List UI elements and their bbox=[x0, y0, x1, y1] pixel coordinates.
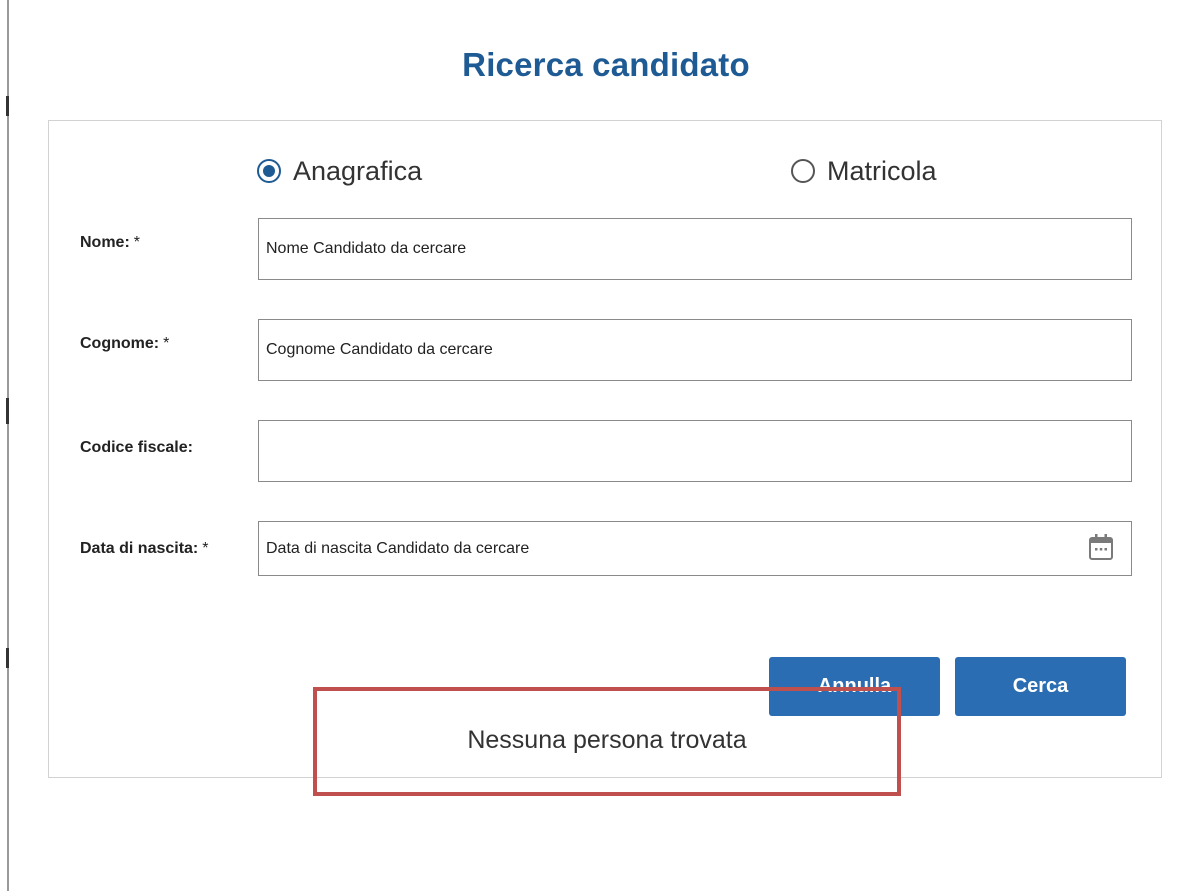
cerca-button[interactable]: Cerca bbox=[955, 657, 1126, 716]
data-nascita-label-text: Data di nascita: bbox=[80, 540, 199, 557]
required-mark: * bbox=[133, 234, 141, 251]
radio-matricola-label: Matricola bbox=[827, 155, 937, 186]
radio-anagrafica[interactable]: Anagrafica bbox=[257, 154, 422, 188]
nome-label: Nome: * bbox=[80, 234, 140, 252]
radio-unchecked-icon[interactable] bbox=[791, 159, 815, 183]
no-results-message: Nessuna persona trovata bbox=[427, 721, 787, 759]
left-edge-mark bbox=[6, 96, 9, 116]
left-edge-mark bbox=[6, 398, 9, 424]
data-nascita-input[interactable] bbox=[258, 521, 1132, 576]
codice-fiscale-label: Codice fiscale: bbox=[80, 439, 193, 457]
calendar-icon[interactable] bbox=[1088, 533, 1114, 561]
nome-input[interactable] bbox=[258, 218, 1132, 280]
cognome-label: Cognome: * bbox=[80, 335, 169, 353]
required-mark: * bbox=[202, 540, 209, 557]
nome-label-text: Nome: bbox=[80, 234, 130, 251]
page-title: Ricerca candidato bbox=[462, 46, 750, 83]
required-mark: * bbox=[163, 335, 170, 352]
radio-matricola[interactable]: Matricola bbox=[791, 154, 937, 188]
data-nascita-label: Data di nascita: * bbox=[80, 540, 209, 558]
no-results-highlight-box: Nessuna persona trovata bbox=[313, 687, 901, 796]
left-edge-mark bbox=[6, 648, 9, 668]
cognome-label-text: Cognome: bbox=[80, 335, 160, 352]
cognome-input[interactable] bbox=[258, 319, 1132, 381]
window-left-edge bbox=[7, 0, 9, 891]
radio-anagrafica-label: Anagrafica bbox=[293, 155, 423, 186]
codice-fiscale-label-text: Codice fiscale: bbox=[80, 439, 193, 456]
codice-fiscale-input[interactable] bbox=[258, 420, 1132, 482]
radio-checked-icon[interactable] bbox=[257, 159, 281, 183]
